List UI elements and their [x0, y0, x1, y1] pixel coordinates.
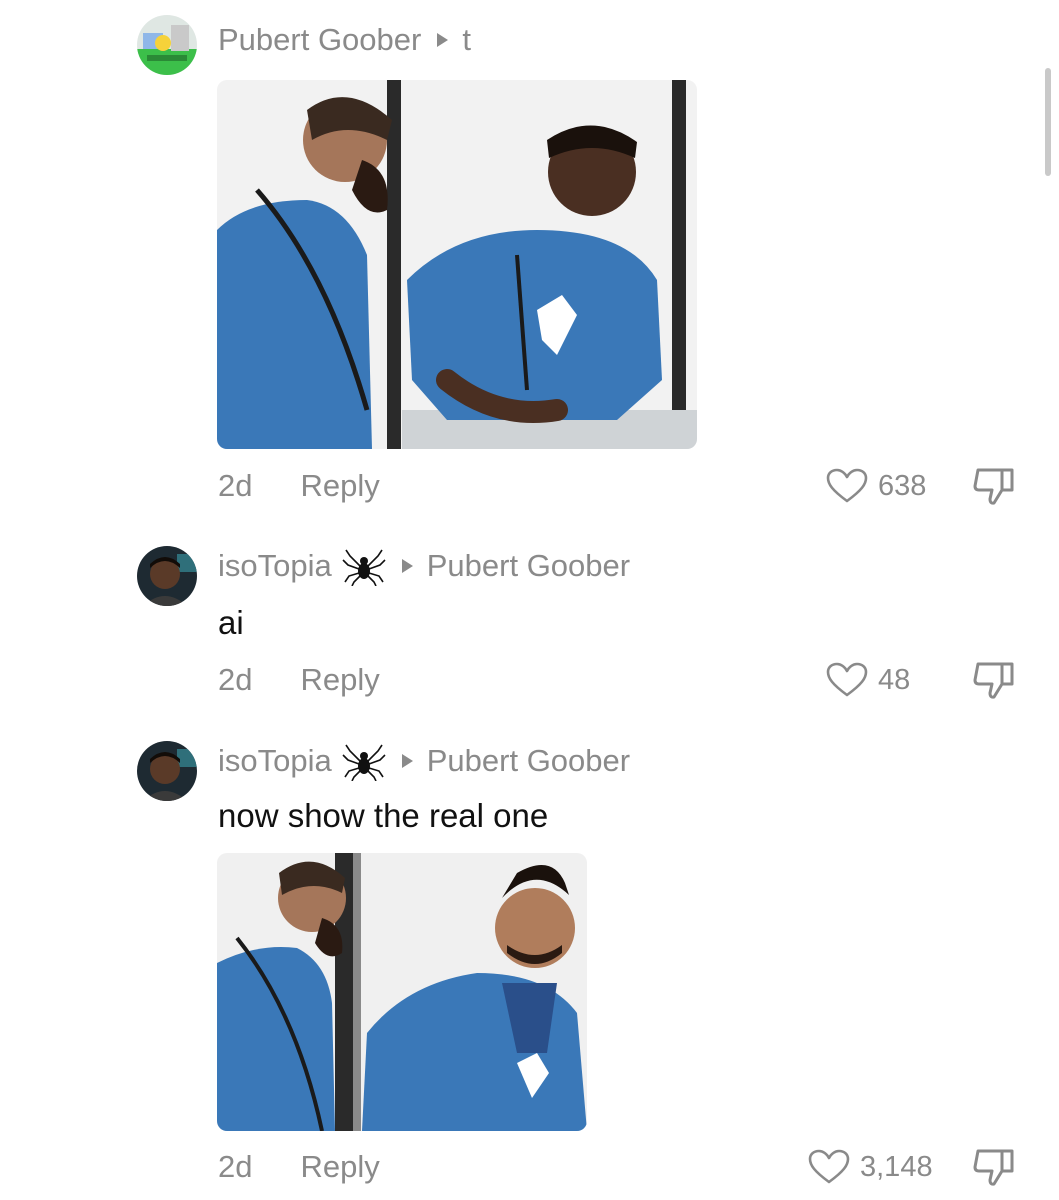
like-button[interactable]: 48 — [826, 660, 910, 700]
reply-button[interactable]: Reply — [300, 662, 379, 698]
pokemon-avatar-icon — [137, 15, 197, 75]
reply-button[interactable]: Reply — [300, 1149, 379, 1185]
user-avatar[interactable] — [137, 15, 197, 75]
author-name[interactable]: isoTopia — [218, 548, 332, 584]
user-avatar[interactable] — [137, 546, 197, 606]
comment-header: isoTopia Pubert Goober — [218, 741, 630, 781]
comment-item: isoTopia Pubert Goober now show the real… — [0, 735, 1059, 1200]
user-avatar[interactable] — [137, 741, 197, 801]
thumbs-down-icon[interactable] — [972, 466, 1018, 511]
portrait-avatar-icon — [137, 741, 197, 801]
reply-to-name[interactable]: t — [462, 22, 471, 58]
like-count: 3,148 — [860, 1150, 933, 1183]
reply-to-name[interactable]: Pubert Goober — [427, 548, 630, 584]
spider-icon — [342, 741, 386, 781]
comment-image[interactable] — [217, 80, 697, 449]
author-name[interactable]: isoTopia — [218, 743, 332, 779]
heart-outline-icon[interactable] — [826, 662, 868, 698]
comment-text: now show the real one — [218, 797, 549, 834]
comment-header: isoTopia Pubert Goober — [218, 546, 630, 586]
author-name[interactable]: Pubert Goober — [218, 22, 421, 58]
comment-header: Pubert Goober t — [218, 20, 471, 60]
like-button[interactable]: 3,148 — [808, 1147, 933, 1187]
comment-text: ai — [218, 604, 244, 641]
spider-icon — [342, 546, 386, 586]
like-button[interactable]: 638 — [826, 466, 926, 506]
comment-image[interactable] — [217, 853, 587, 1131]
reply-button[interactable]: Reply — [300, 468, 379, 504]
comment-item: Pubert Goober t 2d Reply 638 — [0, 0, 1059, 520]
comment-meta: 2d Reply — [218, 1147, 380, 1187]
comment-meta: 2d Reply — [218, 466, 380, 506]
comment-time: 2d — [218, 468, 253, 503]
heart-outline-icon[interactable] — [808, 1149, 850, 1185]
triangle-right-icon — [437, 33, 449, 47]
thumbs-down-icon[interactable] — [972, 1147, 1018, 1192]
like-count: 638 — [878, 469, 927, 502]
triangle-right-icon — [401, 754, 413, 768]
comment-time: 2d — [218, 1149, 253, 1184]
thumbs-down-icon[interactable] — [972, 660, 1018, 705]
triangle-right-icon — [401, 559, 413, 573]
heart-outline-icon[interactable] — [826, 468, 868, 504]
portrait-avatar-icon — [137, 546, 197, 606]
comment-item: isoTopia Pubert Goober ai 2d Reply 48 — [0, 540, 1059, 710]
like-count: 48 — [878, 663, 911, 696]
reply-to-name[interactable]: Pubert Goober — [427, 743, 630, 779]
comment-meta: 2d Reply — [218, 660, 380, 700]
comment-time: 2d — [218, 662, 253, 697]
